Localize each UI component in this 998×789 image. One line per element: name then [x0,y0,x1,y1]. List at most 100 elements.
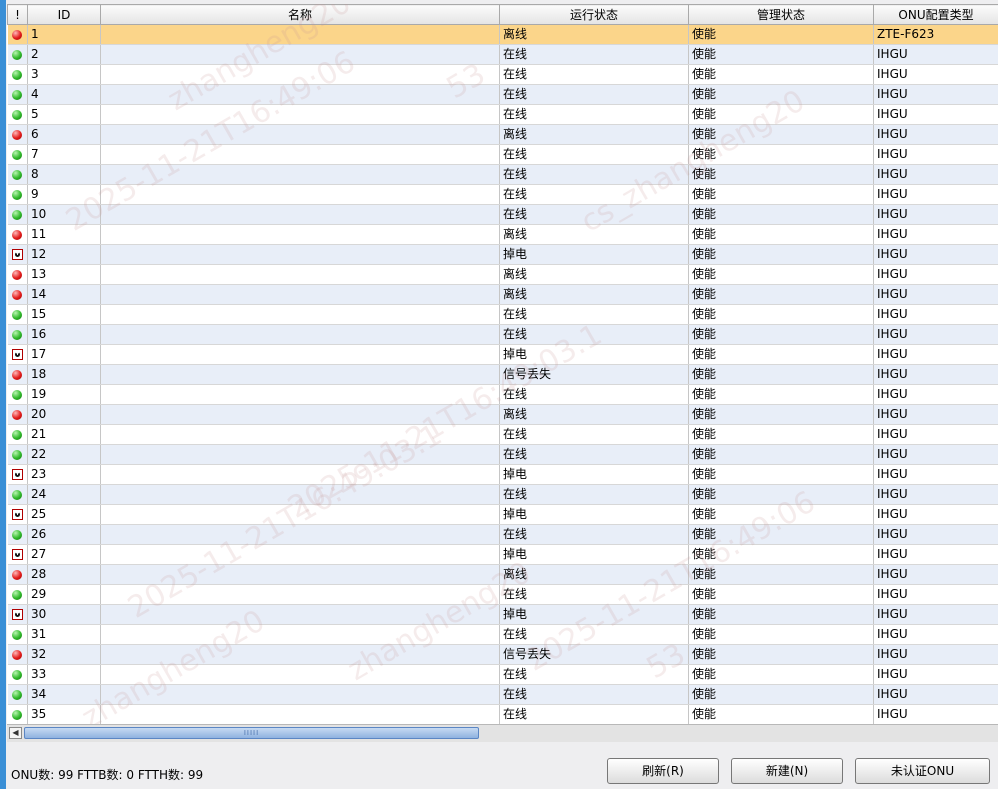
row-admin-status-cell: 使能 [688,604,874,625]
column-header-onu-type[interactable]: ONU配置类型 [873,4,998,25]
row-onu-type-cell: IHGU [873,224,998,245]
table-row[interactable]: 27 掉电 使能 IHGU [7,544,998,565]
row-run-status-cell: 信号丢失 [499,644,689,665]
table-row[interactable]: 3 在线 使能 IHGU [7,64,998,85]
table-row[interactable]: 9 在线 使能 IHGU [7,184,998,205]
row-onu-type-cell: IHGU [873,364,998,385]
row-admin-status-cell: 使能 [688,564,874,585]
row-run-status-cell: 信号丢失 [499,364,689,385]
table-row[interactable]: 29 在线 使能 IHGU [7,584,998,605]
row-id-cell: 3 [27,64,101,85]
table-row[interactable]: 19 在线 使能 IHGU [7,384,998,405]
table-row[interactable]: 10 在线 使能 IHGU [7,204,998,225]
table-row[interactable]: 8 在线 使能 IHGU [7,164,998,185]
table-row[interactable]: 4 在线 使能 IHGU [7,84,998,105]
column-header-admin-status[interactable]: 管理状态 [688,4,874,25]
row-name-cell [100,404,500,425]
table-row[interactable]: 30 掉电 使能 IHGU [7,604,998,625]
row-name-cell [100,344,500,365]
row-onu-type-cell: IHGU [873,624,998,645]
row-status-cell [7,644,28,665]
row-status-cell [7,404,28,425]
row-admin-status-cell: 使能 [688,64,874,85]
row-run-status-cell: 在线 [499,184,689,205]
table-row[interactable]: 7 在线 使能 IHGU [7,144,998,165]
table-row[interactable]: 16 在线 使能 IHGU [7,324,998,345]
row-id-cell: 29 [27,584,101,605]
power-off-icon [11,349,23,360]
row-status-cell [7,24,28,45]
row-name-cell [100,384,500,405]
row-admin-status-cell: 使能 [688,304,874,325]
row-name-cell [100,644,500,665]
row-onu-type-cell: IHGU [873,184,998,205]
onu-table: ! ID 名称 运行状态 管理状态 ONU配置类型 1 离线 使能 ZTE-F623 2… [7,4,998,724]
table-row[interactable]: 32 信号丢失 使能 IHGU [7,644,998,665]
row-onu-type-cell: IHGU [873,284,998,305]
row-onu-type-cell: IHGU [873,504,998,525]
table-row[interactable]: 26 在线 使能 IHGU [7,524,998,545]
table-row[interactable]: 25 掉电 使能 IHGU [7,504,998,525]
table-row[interactable]: 15 在线 使能 IHGU [7,304,998,325]
column-header-run-status[interactable]: 运行状态 [499,4,689,25]
table-row[interactable]: 20 离线 使能 IHGU [7,404,998,425]
row-onu-type-cell: IHGU [873,304,998,325]
table-row[interactable]: 33 在线 使能 IHGU [7,664,998,685]
column-header-alarm[interactable]: ! [7,4,28,25]
horizontal-scrollbar[interactable]: ◀ IIIII [7,724,998,742]
table-row[interactable]: 14 离线 使能 IHGU [7,284,998,305]
row-name-cell [100,204,500,225]
table-row[interactable]: 31 在线 使能 IHGU [7,624,998,645]
new-button[interactable]: 新建(N) [731,758,843,784]
table-row[interactable]: 24 在线 使能 IHGU [7,484,998,505]
column-header-id[interactable]: ID [27,4,101,25]
row-run-status-cell: 在线 [499,484,689,505]
scroll-thumb[interactable]: IIIII [24,727,479,739]
refresh-button[interactable]: 刷新(R) [607,758,719,784]
table-row[interactable]: 6 离线 使能 IHGU [7,124,998,145]
row-admin-status-cell: 使能 [688,104,874,125]
row-id-cell: 31 [27,624,101,645]
unauthenticated-onu-button[interactable]: 未认证ONU [855,758,990,784]
table-row[interactable]: 34 在线 使能 IHGU [7,684,998,705]
row-name-cell [100,44,500,65]
table-row[interactable]: 35 在线 使能 IHGU [7,704,998,724]
online-status-icon [12,449,23,460]
offline-status-icon [12,369,23,380]
offline-status-icon [12,569,23,580]
row-status-cell [7,544,28,565]
row-admin-status-cell: 使能 [688,504,874,525]
row-run-status-cell: 掉电 [499,464,689,485]
row-admin-status-cell: 使能 [688,164,874,185]
table-row[interactable]: 13 离线 使能 IHGU [7,264,998,285]
row-status-cell [7,504,28,525]
table-row[interactable]: 18 信号丢失 使能 IHGU [7,364,998,385]
row-id-cell: 12 [27,244,101,265]
table-row[interactable]: 23 掉电 使能 IHGU [7,464,998,485]
table-row[interactable]: 1 离线 使能 ZTE-F623 [7,24,998,45]
table-row[interactable]: 2 在线 使能 IHGU [7,44,998,65]
table-row[interactable]: 21 在线 使能 IHGU [7,424,998,445]
row-admin-status-cell: 使能 [688,364,874,385]
row-status-cell [7,64,28,85]
table-row[interactable]: 5 在线 使能 IHGU [7,104,998,125]
offline-status-icon [12,29,23,40]
online-status-icon [12,389,23,400]
scroll-left-arrow-icon[interactable]: ◀ [9,727,22,739]
table-row[interactable]: 17 掉电 使能 IHGU [7,344,998,365]
row-run-status-cell: 在线 [499,84,689,105]
row-admin-status-cell: 使能 [688,324,874,345]
table-row[interactable]: 28 离线 使能 IHGU [7,564,998,585]
row-id-cell: 30 [27,604,101,625]
table-row[interactable]: 22 在线 使能 IHGU [7,444,998,465]
row-run-status-cell: 在线 [499,424,689,445]
row-name-cell [100,364,500,385]
row-name-cell [100,464,500,485]
row-name-cell [100,484,500,505]
online-status-icon [12,689,23,700]
column-header-name[interactable]: 名称 [100,4,500,25]
online-status-icon [12,89,23,100]
table-row[interactable]: 11 离线 使能 IHGU [7,224,998,245]
table-row[interactable]: 12 掉电 使能 IHGU [7,244,998,265]
row-run-status-cell: 掉电 [499,544,689,565]
